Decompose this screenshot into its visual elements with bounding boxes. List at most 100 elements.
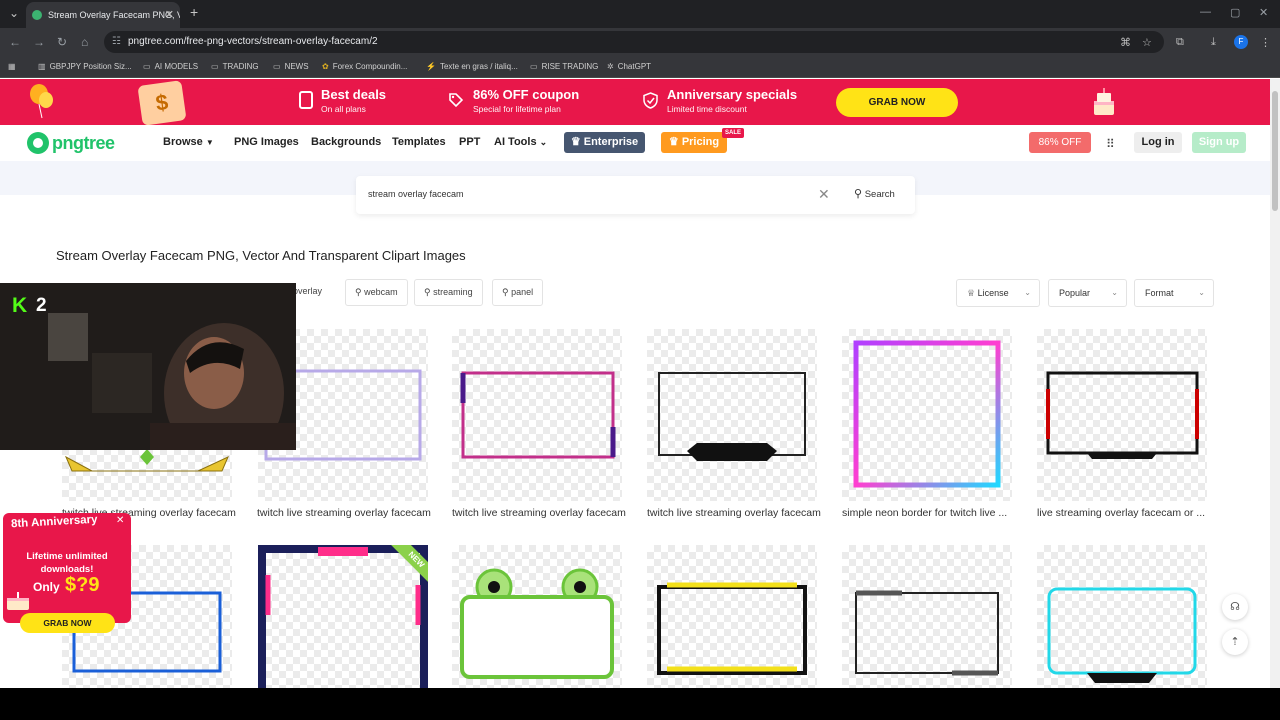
bookmark-item[interactable]: ✲ ChatGPT <box>607 56 651 78</box>
card-caption[interactable]: twitch live streaming overlay facecam <box>257 507 433 519</box>
result-card[interactable] <box>647 329 817 501</box>
pngtree-logo-mark-icon <box>27 132 49 154</box>
license-filter[interactable]: ♕ License ⌄ <box>956 279 1040 307</box>
kick-logo: K <box>12 294 28 317</box>
discount-badge-button[interactable]: 86% OFF <box>1029 132 1091 153</box>
site-settings-icon[interactable]: ☷ <box>112 31 121 53</box>
red-black-frame-image <box>1046 371 1199 459</box>
result-card[interactable] <box>1037 329 1207 501</box>
bookmark-folder[interactable]: ▭ NEWS <box>273 56 309 78</box>
close-popup-icon[interactable]: ✕ <box>116 515 124 526</box>
close-tab-icon[interactable]: ✕ <box>165 2 174 28</box>
webcam-overlay: K 2 <box>0 283 296 450</box>
nav-templates[interactable]: Templates <box>392 136 446 148</box>
apps-grid-icon[interactable]: ⠿ <box>1106 137 1115 151</box>
cake-icon <box>7 592 29 610</box>
back-icon[interactable]: ← <box>9 35 21 49</box>
bookmark-folder[interactable]: ▭ RISE TRADING <box>530 56 598 78</box>
grab-now-button[interactable]: GRAB NOW <box>836 88 958 117</box>
extensions-icon[interactable]: ⧉ <box>1176 36 1184 49</box>
downloads-icon[interactable]: ⤓ <box>1211 36 1216 49</box>
nav-ai-tools[interactable]: AI Tools ⌄ <box>494 136 547 148</box>
card-caption[interactable]: twitch live streaming overlay facecam <box>452 507 628 519</box>
sort-filter[interactable]: Popular ⌄ <box>1048 279 1127 307</box>
clear-search-icon[interactable]: ✕ <box>818 186 830 203</box>
popup-price: $?9 <box>65 574 100 596</box>
chevron-down-icon: ⌄ <box>1198 288 1205 297</box>
apps-grid-icon[interactable]: ▦ <box>8 56 20 78</box>
search-icon: ⚲ <box>424 287 431 297</box>
black-bottom-strip <box>0 688 1280 720</box>
bookmark-folder[interactable]: ▭ AI MODELS <box>143 56 198 78</box>
channel-number: 2 <box>36 295 47 316</box>
signup-button[interactable]: Sign up <box>1192 132 1246 153</box>
popup-grab-now-button[interactable]: GRAB NOW <box>20 613 115 633</box>
tab-search-chevron-icon[interactable]: ⌄ <box>9 6 19 20</box>
cyan-frame-image <box>1047 587 1197 683</box>
related-tag-chip[interactable]: ⚲ panel <box>492 279 544 306</box>
scrollbar-thumb[interactable] <box>1272 91 1278 211</box>
window-close-icon[interactable]: ✕ <box>1259 6 1268 19</box>
card-caption[interactable]: twitch live streaming overlay facecam <box>647 507 823 519</box>
screen: { "browser":{ "tab_title":"Stream Overla… <box>0 0 1280 720</box>
result-card[interactable] <box>1037 545 1207 688</box>
enterprise-button[interactable]: ♛ Enterprise <box>564 132 645 153</box>
new-tab-icon[interactable]: + <box>190 4 198 20</box>
card-caption[interactable]: live streaming overlay facecam or ... <box>1037 507 1213 519</box>
back-to-top-icon[interactable]: ⇡ <box>1222 629 1248 655</box>
address-bar-row: ← → ↻ ⌂ ☷ pngtree.com/free-png-vectors/s… <box>0 28 1280 56</box>
translate-icon[interactable]: ⌘ <box>1120 36 1131 49</box>
nav-browse[interactable]: Browse ▼ <box>163 136 214 148</box>
forward-icon[interactable]: → <box>33 35 45 49</box>
search-icon: ⚲ <box>502 287 509 297</box>
pricing-button[interactable]: ♛ Pricing <box>661 132 727 153</box>
login-button[interactable]: Log in <box>1134 132 1182 153</box>
customer-support-icon[interactable]: ☊ <box>1222 594 1248 620</box>
nav-backgrounds[interactable]: Backgrounds <box>311 136 381 148</box>
popup-heading: 8th Anniversary <box>10 513 98 531</box>
nav-png-images[interactable]: PNG Images <box>234 136 299 148</box>
result-card[interactable] <box>842 329 1012 501</box>
minimize-icon[interactable]: — <box>1200 6 1211 18</box>
related-tag-chip[interactable]: ⚲ streaming <box>414 279 483 306</box>
result-card[interactable] <box>842 545 1012 688</box>
related-tag-chip[interactable]: ⚲ webcam <box>345 279 408 306</box>
profile-avatar[interactable]: F <box>1234 35 1248 49</box>
black-frame-image <box>658 372 806 461</box>
format-filter[interactable]: Format ⌄ <box>1134 279 1214 307</box>
pngtree-logo[interactable]: pngtree <box>24 131 115 155</box>
bookmark-folder[interactable]: ▭ TRADING <box>211 56 259 78</box>
pink-navy-frame-image <box>258 545 428 688</box>
bookmark-item[interactable]: ⚡ Texte en gras / italiq... <box>426 56 518 78</box>
crown-outline-icon: ♕ <box>967 288 976 298</box>
home-icon[interactable]: ⌂ <box>81 35 88 49</box>
reload-icon[interactable]: ↻ <box>57 35 67 49</box>
result-card[interactable]: NEW <box>258 545 428 688</box>
card-caption[interactable]: simple neon border for twitch live ... <box>842 507 1018 519</box>
promo-banner[interactable]: $ Best deals On all plans 86% OFF coupon S… <box>0 79 1270 126</box>
site-header: pngtree Browse ▼ PNG Images Backgrounds … <box>0 125 1270 161</box>
grey-black-frame-image <box>855 590 999 676</box>
result-card[interactable] <box>452 545 622 688</box>
browser-tab[interactable]: Stream Overlay Facecam PNG, V ✕ <box>26 2 180 28</box>
deal-phone-icon <box>299 91 313 109</box>
balloon-icon <box>30 84 53 119</box>
chevron-down-icon: ⌄ <box>1024 288 1031 297</box>
bookmark-item[interactable]: ✿ Forex Compoundin... <box>322 56 407 78</box>
url-field[interactable]: ☷ pngtree.com/free-png-vectors/stream-ov… <box>104 31 1164 53</box>
popup-text: Lifetime unlimited downloads! <box>26 551 108 575</box>
result-card[interactable] <box>647 545 817 688</box>
result-card[interactable] <box>452 329 622 501</box>
bookmark-item[interactable]: ▥ GBPJPY Position Siz... <box>38 56 132 78</box>
maximize-icon[interactable]: ▢ <box>1230 6 1240 19</box>
menu-dots-icon[interactable]: ⋮ <box>1260 36 1271 49</box>
page-scrollbar[interactable] <box>1270 79 1280 688</box>
search-input[interactable]: stream overlay facecam <box>368 189 464 199</box>
gift-dollar-icon: $ <box>137 80 187 126</box>
promo-anniversary: Anniversary specials Limited time discoun… <box>667 87 798 114</box>
bookmark-star-icon[interactable]: ☆ <box>1142 36 1152 49</box>
pngtree-favicon-icon <box>32 10 42 20</box>
neon-frame-image <box>853 340 1001 488</box>
nav-ppt[interactable]: PPT <box>459 136 480 148</box>
search-button[interactable]: ⚲ Search <box>854 187 895 200</box>
